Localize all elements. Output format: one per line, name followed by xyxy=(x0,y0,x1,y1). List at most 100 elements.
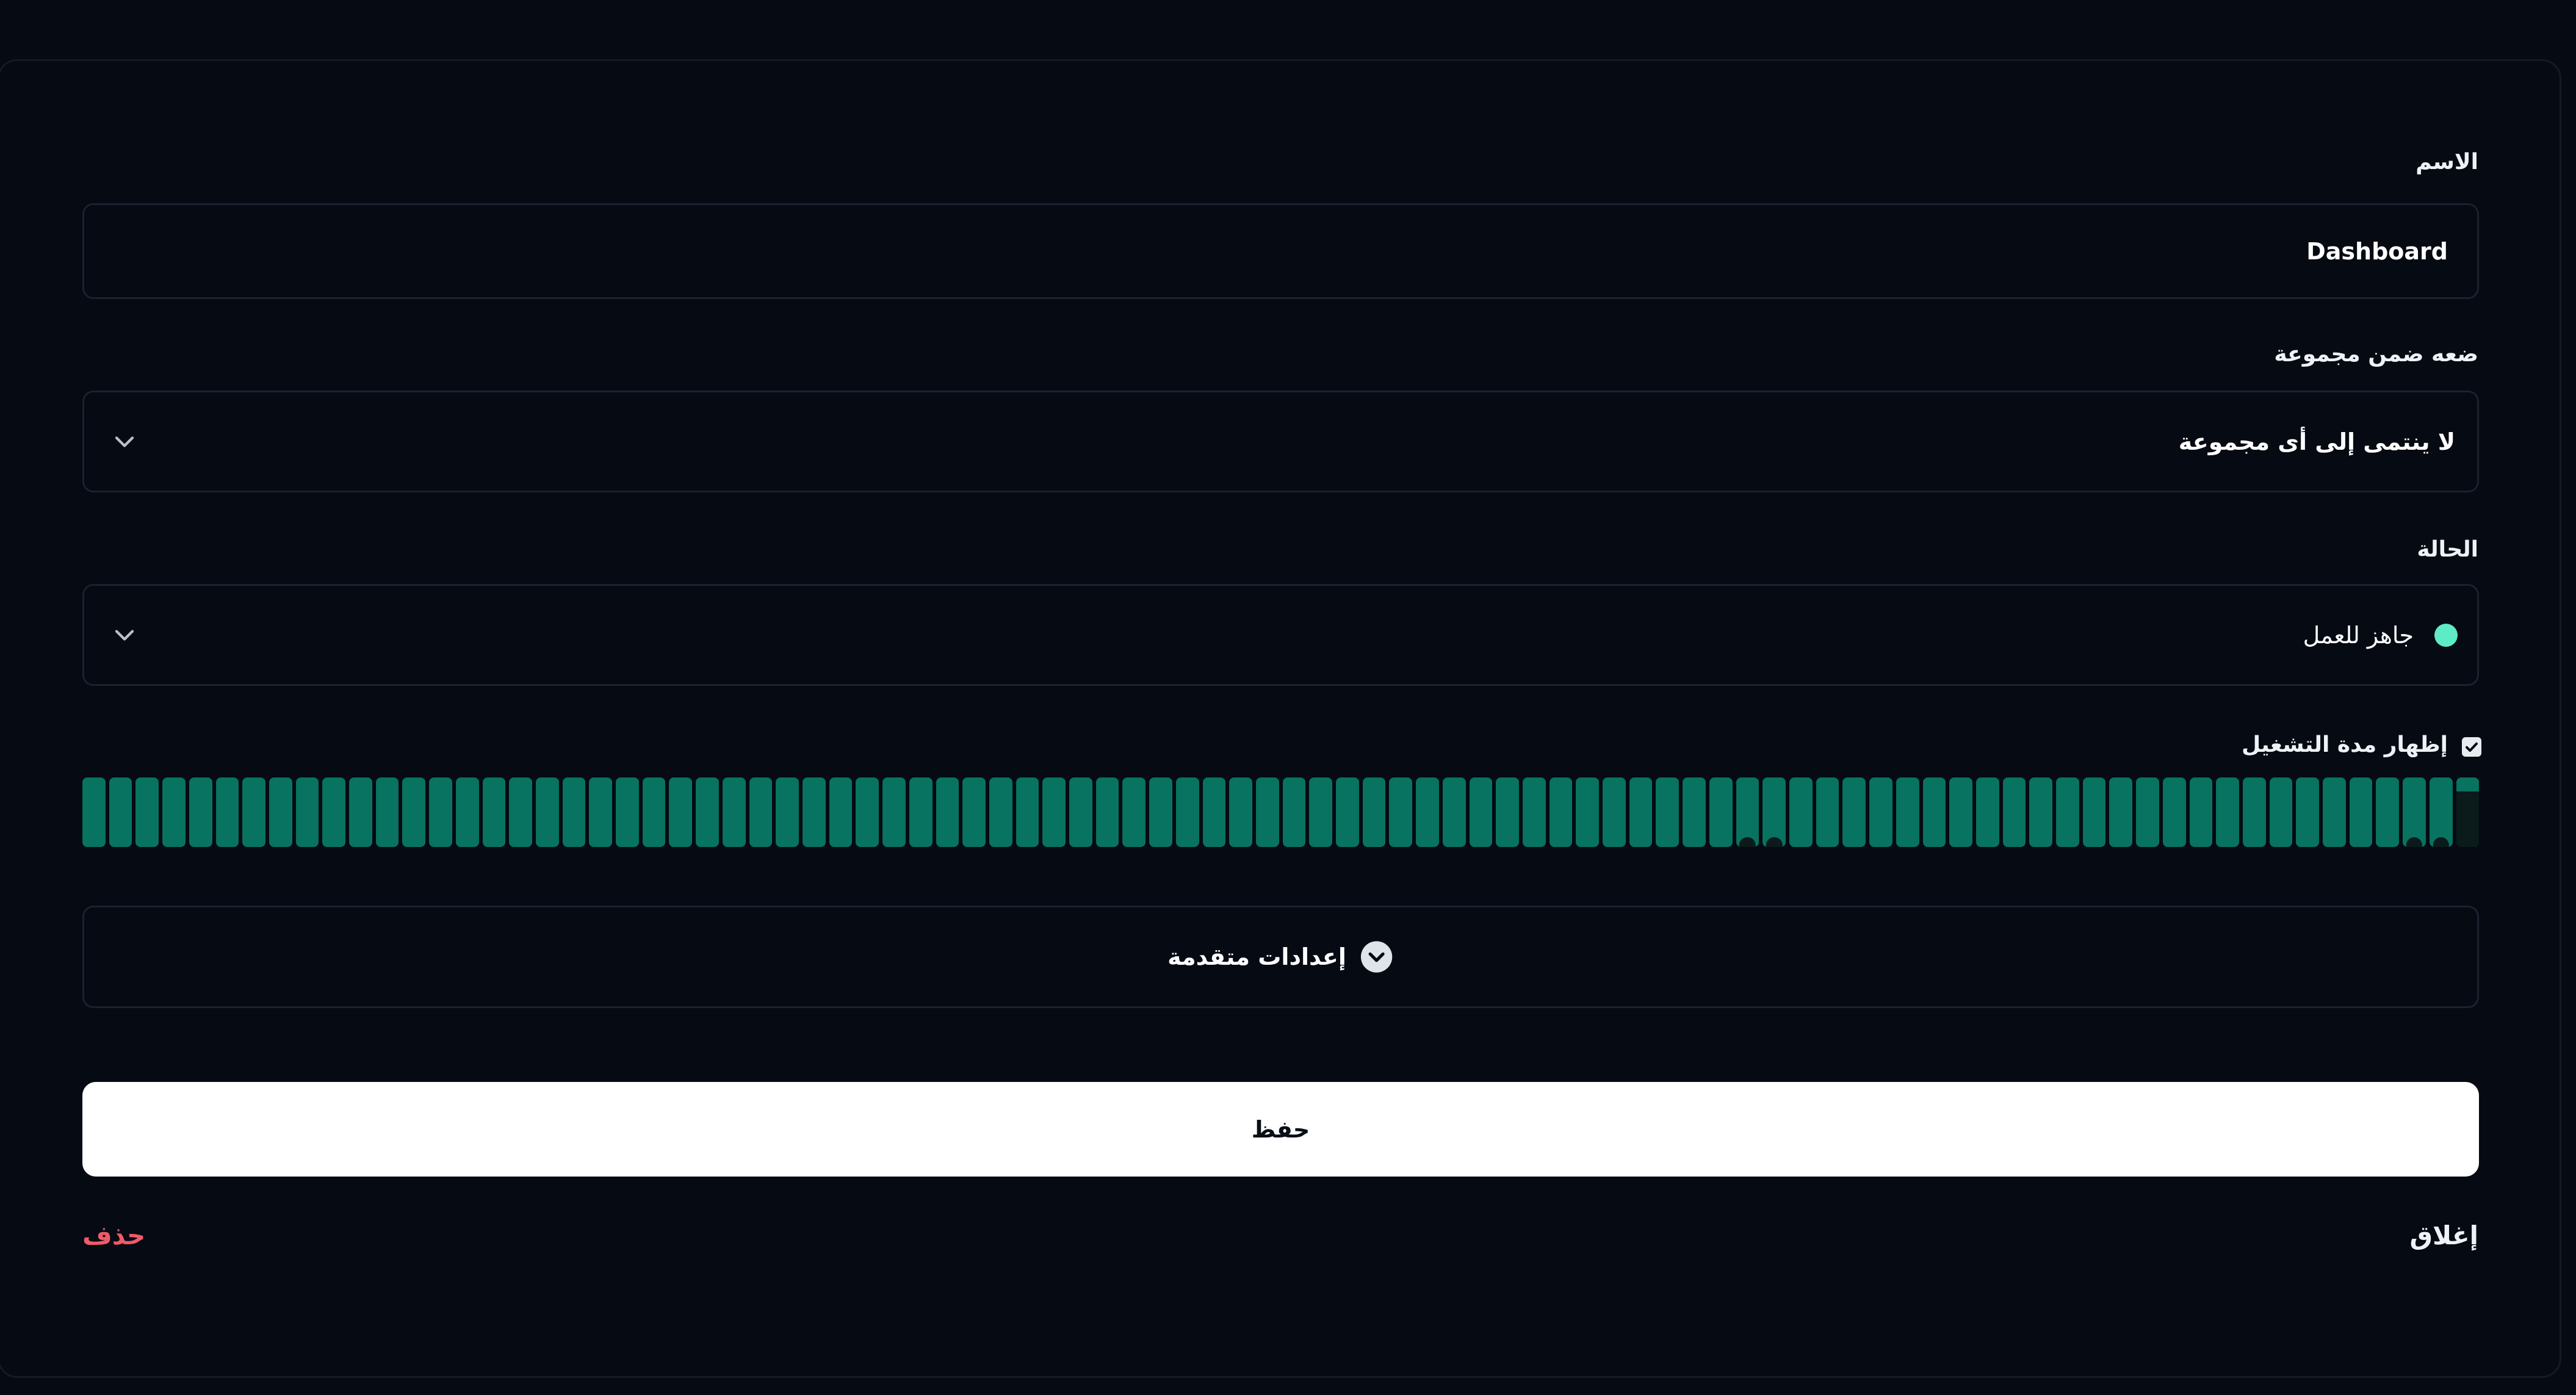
uptime-bar xyxy=(162,777,186,847)
chevron-circle-down-icon xyxy=(1361,941,1393,973)
uptime-bar xyxy=(2162,777,2186,847)
uptime-bar xyxy=(242,777,265,847)
chevron-down-icon xyxy=(115,436,134,447)
uptime-bars xyxy=(82,777,2480,847)
status-select-value: جاهز للعمل xyxy=(2303,621,2414,649)
uptime-bar xyxy=(1149,777,1172,847)
uptime-bar xyxy=(1683,777,1706,847)
uptime-bar xyxy=(135,777,159,847)
uptime-bar xyxy=(322,777,346,847)
uptime-bar xyxy=(776,777,799,847)
uptime-bar xyxy=(642,777,666,847)
uptime-bar xyxy=(1016,777,1039,847)
uptime-bar xyxy=(1842,777,1866,847)
uptime-bar-gap xyxy=(1766,837,1783,847)
name-input[interactable]: Dashboard xyxy=(82,203,2479,299)
status-label: الحالة xyxy=(2417,537,2478,562)
uptime-bar xyxy=(1522,777,1546,847)
uptime-bar-gap xyxy=(2456,791,2480,847)
uptime-bar xyxy=(616,777,639,847)
status-select[interactable]: جاهز للعمل xyxy=(82,584,2479,686)
uptime-bar xyxy=(1896,777,1919,847)
uptime-bar xyxy=(2296,777,2320,847)
uptime-bar xyxy=(1042,777,1066,847)
uptime-bar xyxy=(2349,777,2373,847)
group-select[interactable]: لا ينتمى إلى أى مجموعة xyxy=(82,391,2479,492)
uptime-bar xyxy=(509,777,532,847)
uptime-bar xyxy=(1975,777,1999,847)
check-icon xyxy=(2466,742,2478,752)
uptime-bar xyxy=(1389,777,1413,847)
uptime-bar xyxy=(482,777,506,847)
show-uptime-checkbox[interactable] xyxy=(2462,737,2481,757)
uptime-bar xyxy=(722,777,746,847)
uptime-bar xyxy=(1496,777,1519,847)
close-button[interactable]: إغلاق xyxy=(2409,1220,2478,1250)
uptime-bar xyxy=(829,777,853,847)
uptime-bar xyxy=(1709,777,1733,847)
uptime-bar xyxy=(696,777,719,847)
uptime-bar xyxy=(1603,777,1626,847)
uptime-bar xyxy=(402,777,426,847)
uptime-bar xyxy=(1229,777,1252,847)
uptime-bar xyxy=(1309,777,1333,847)
uptime-bar xyxy=(2029,777,2053,847)
uptime-bar xyxy=(2002,777,2026,847)
uptime-bar xyxy=(2376,777,2400,847)
uptime-bar xyxy=(295,777,319,847)
group-label: ضعه ضمن مجموعة xyxy=(2274,342,2478,367)
uptime-bar xyxy=(802,777,826,847)
uptime-bar xyxy=(856,777,879,847)
uptime-bar xyxy=(882,777,906,847)
uptime-bar xyxy=(2136,777,2159,847)
uptime-bar xyxy=(989,777,1012,847)
uptime-bar xyxy=(2056,777,2079,847)
uptime-bar xyxy=(375,777,399,847)
uptime-bar xyxy=(936,777,959,847)
uptime-bar-gap xyxy=(2433,837,2449,847)
uptime-bar xyxy=(1336,777,1359,847)
uptime-bar xyxy=(1469,777,1493,847)
chevron-down-icon xyxy=(115,629,134,641)
uptime-bar xyxy=(1762,777,1786,847)
uptime-bar xyxy=(909,777,933,847)
uptime-bar xyxy=(2216,777,2239,847)
uptime-bar xyxy=(1175,777,1199,847)
uptime-bar xyxy=(1095,777,1119,847)
uptime-bar xyxy=(2082,777,2106,847)
uptime-bar xyxy=(349,777,372,847)
save-button[interactable]: حفظ xyxy=(82,1082,2479,1177)
uptime-bar xyxy=(2189,777,2213,847)
uptime-bar xyxy=(109,777,132,847)
uptime-bar xyxy=(1416,777,1439,847)
uptime-bar xyxy=(2109,777,2133,847)
name-input-value: Dashboard xyxy=(2306,237,2448,265)
status-dot xyxy=(2434,623,2458,647)
uptime-bar xyxy=(1255,777,1279,847)
uptime-bar xyxy=(2242,777,2266,847)
group-select-value: لا ينتمى إلى أى مجموعة xyxy=(2178,428,2455,455)
uptime-bar xyxy=(215,777,239,847)
uptime-bar xyxy=(1629,777,1653,847)
uptime-bar xyxy=(269,777,292,847)
uptime-bar xyxy=(1122,777,1146,847)
uptime-bar xyxy=(1282,777,1306,847)
uptime-bar xyxy=(1789,777,1813,847)
uptime-bar xyxy=(2403,777,2426,847)
uptime-bar xyxy=(669,777,693,847)
uptime-bar xyxy=(1949,777,1972,847)
uptime-bar-gap xyxy=(1739,837,1756,847)
uptime-bar xyxy=(535,777,559,847)
name-label: الاسم xyxy=(2415,150,2478,175)
advanced-settings-label: إعدادات متقدمة xyxy=(1167,943,1346,970)
delete-button[interactable]: حذف xyxy=(82,1220,145,1250)
uptime-bar xyxy=(589,777,613,847)
uptime-bar xyxy=(749,777,773,847)
uptime-bar xyxy=(1736,777,1759,847)
uptime-bar xyxy=(1362,777,1386,847)
uptime-bar xyxy=(962,777,986,847)
uptime-bar xyxy=(455,777,479,847)
advanced-settings-toggle[interactable]: إعدادات متقدمة xyxy=(82,906,2479,1008)
uptime-bar xyxy=(1202,777,1226,847)
uptime-bar xyxy=(2269,777,2293,847)
